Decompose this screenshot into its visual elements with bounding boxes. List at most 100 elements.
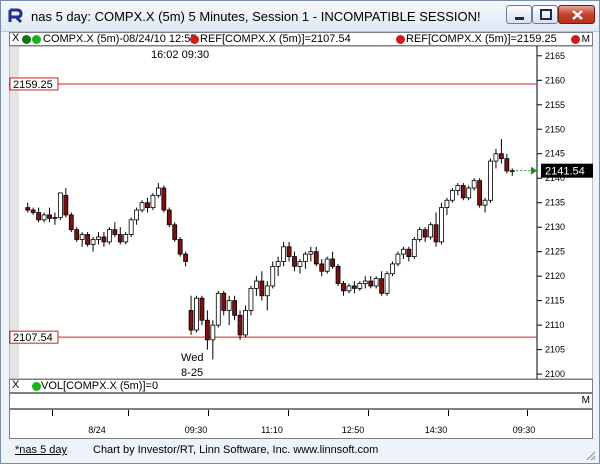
candle-body (52, 216, 58, 219)
extra-color-dot[interactable] (571, 35, 580, 44)
candle-body (406, 248, 412, 257)
candle-body (25, 207, 31, 211)
candle-body (145, 202, 150, 209)
price-tick-label: 2115 (545, 296, 564, 306)
candle-body (166, 209, 172, 226)
chart-window: nas 5 day: COMPX.X (5m) 5 Minutes, Sessi… (0, 0, 600, 464)
candle-body (237, 314, 243, 336)
time-label: 12:50 (341, 425, 365, 435)
time-label: 8/24 (88, 425, 106, 435)
candle-body (134, 209, 140, 221)
candle-body (270, 265, 276, 287)
time-tick (128, 410, 129, 416)
price-tick-label: 2160 (545, 75, 565, 85)
maximize-button[interactable] (532, 5, 558, 24)
candle-body (351, 285, 357, 289)
candle-body (390, 263, 395, 275)
candle-body (63, 194, 69, 216)
status-bar: *nas 5 day Chart by Investor/RT, Linn So… (1, 439, 599, 463)
candle-body (362, 280, 368, 284)
candle-body (482, 199, 488, 206)
candle-body (101, 236, 107, 243)
credits-text: Chart by Investor/RT, Linn Software, Inc… (93, 444, 379, 456)
maximize-icon (540, 9, 552, 20)
candle-body (324, 258, 330, 272)
price-tick-label: 2125 (545, 247, 565, 257)
ref1-color-dot[interactable] (190, 35, 199, 44)
candle-body (439, 207, 444, 243)
ref1-label[interactable]: REF[COMPX.X (5m)]=2107.54 (200, 33, 351, 46)
candle-body (215, 292, 221, 326)
ref2-label[interactable]: REF[COMPX.X (5m)]=2159.25 (406, 33, 557, 46)
price-tick-label: 2150 (545, 124, 565, 134)
close-pane-button[interactable]: X (12, 32, 19, 44)
price-tick-label: 2100 (545, 369, 565, 379)
candle-body (221, 292, 227, 311)
close-volume-pane-button[interactable]: X (12, 379, 19, 391)
candle-body (183, 253, 189, 262)
candle-body (188, 310, 194, 331)
last-price-label: 2141.54 (545, 166, 585, 178)
candle-body (253, 280, 259, 289)
candle-body (357, 283, 363, 289)
series-color-dot[interactable] (22, 35, 31, 44)
candle-body (41, 214, 47, 221)
candle-body (449, 190, 455, 201)
candle-body (259, 280, 265, 297)
candle-body (210, 324, 216, 341)
time-note: 16:02 09:30 (151, 49, 210, 61)
candle-body (292, 256, 297, 267)
volume-color-dot[interactable] (32, 382, 41, 391)
series-color-dot[interactable] (32, 35, 41, 44)
price-tick-label: 2135 (545, 198, 565, 208)
minimize-button[interactable] (506, 5, 532, 24)
candle-body (504, 158, 510, 172)
candle-body (112, 229, 118, 235)
candle-body (433, 224, 439, 243)
volume-menu-button[interactable]: M (582, 395, 590, 406)
volume-label[interactable]: VOL[COMPX.X (5m)]=0 (41, 380, 158, 393)
candle-body (308, 251, 314, 255)
series-label[interactable]: COMPX.X (5m)-08/24/10 12:55 (43, 33, 196, 46)
close-button[interactable] (558, 5, 595, 24)
candle-body (493, 153, 499, 162)
price-chart[interactable]: 2100210521102115212021252130213521402145… (9, 46, 593, 379)
volume-pane[interactable]: M (9, 393, 593, 409)
candle-body (30, 209, 36, 213)
time-axis[interactable]: 8/24 09:30 11:10 12:50 14:30 09:30 (9, 409, 593, 439)
candle-body (297, 261, 303, 267)
time-tick (288, 410, 289, 416)
candle-body (74, 229, 80, 240)
candle-body (155, 187, 161, 196)
candle-body (335, 265, 341, 284)
candle-body (395, 253, 401, 265)
candle-body (79, 234, 85, 240)
candle-body (150, 194, 156, 209)
pane-menu-button[interactable]: M (582, 33, 590, 46)
chart-tab-link[interactable]: *nas 5 day (15, 444, 67, 456)
candle-body (444, 199, 450, 209)
candle-body (243, 310, 248, 336)
candle-body (57, 192, 63, 218)
candle-body (498, 153, 504, 160)
title-bar[interactable]: nas 5 day: COMPX.X (5m) 5 Minutes, Sessi… (1, 1, 599, 32)
candle-body (286, 246, 292, 257)
candle-body (36, 212, 42, 221)
ref2-color-dot[interactable] (396, 35, 405, 44)
candle-body (232, 300, 238, 316)
price-tick-label: 2165 (545, 51, 565, 61)
minimize-icon (515, 17, 524, 20)
time-label: 11:10 (261, 425, 283, 435)
close-icon (572, 10, 583, 20)
candle-body (346, 285, 352, 292)
candle-body (248, 288, 254, 311)
resize-grip-icon[interactable] (584, 449, 596, 461)
volume-legend-bar: X VOL[COMPX.X (5m)]=0 (9, 379, 593, 393)
candle-body (199, 297, 205, 321)
candle-body (96, 236, 101, 240)
candle-body (368, 280, 374, 287)
time-tick (368, 410, 369, 416)
candle-body (123, 234, 129, 243)
candle-body (319, 263, 325, 272)
session-day-label: Wed (181, 352, 203, 364)
